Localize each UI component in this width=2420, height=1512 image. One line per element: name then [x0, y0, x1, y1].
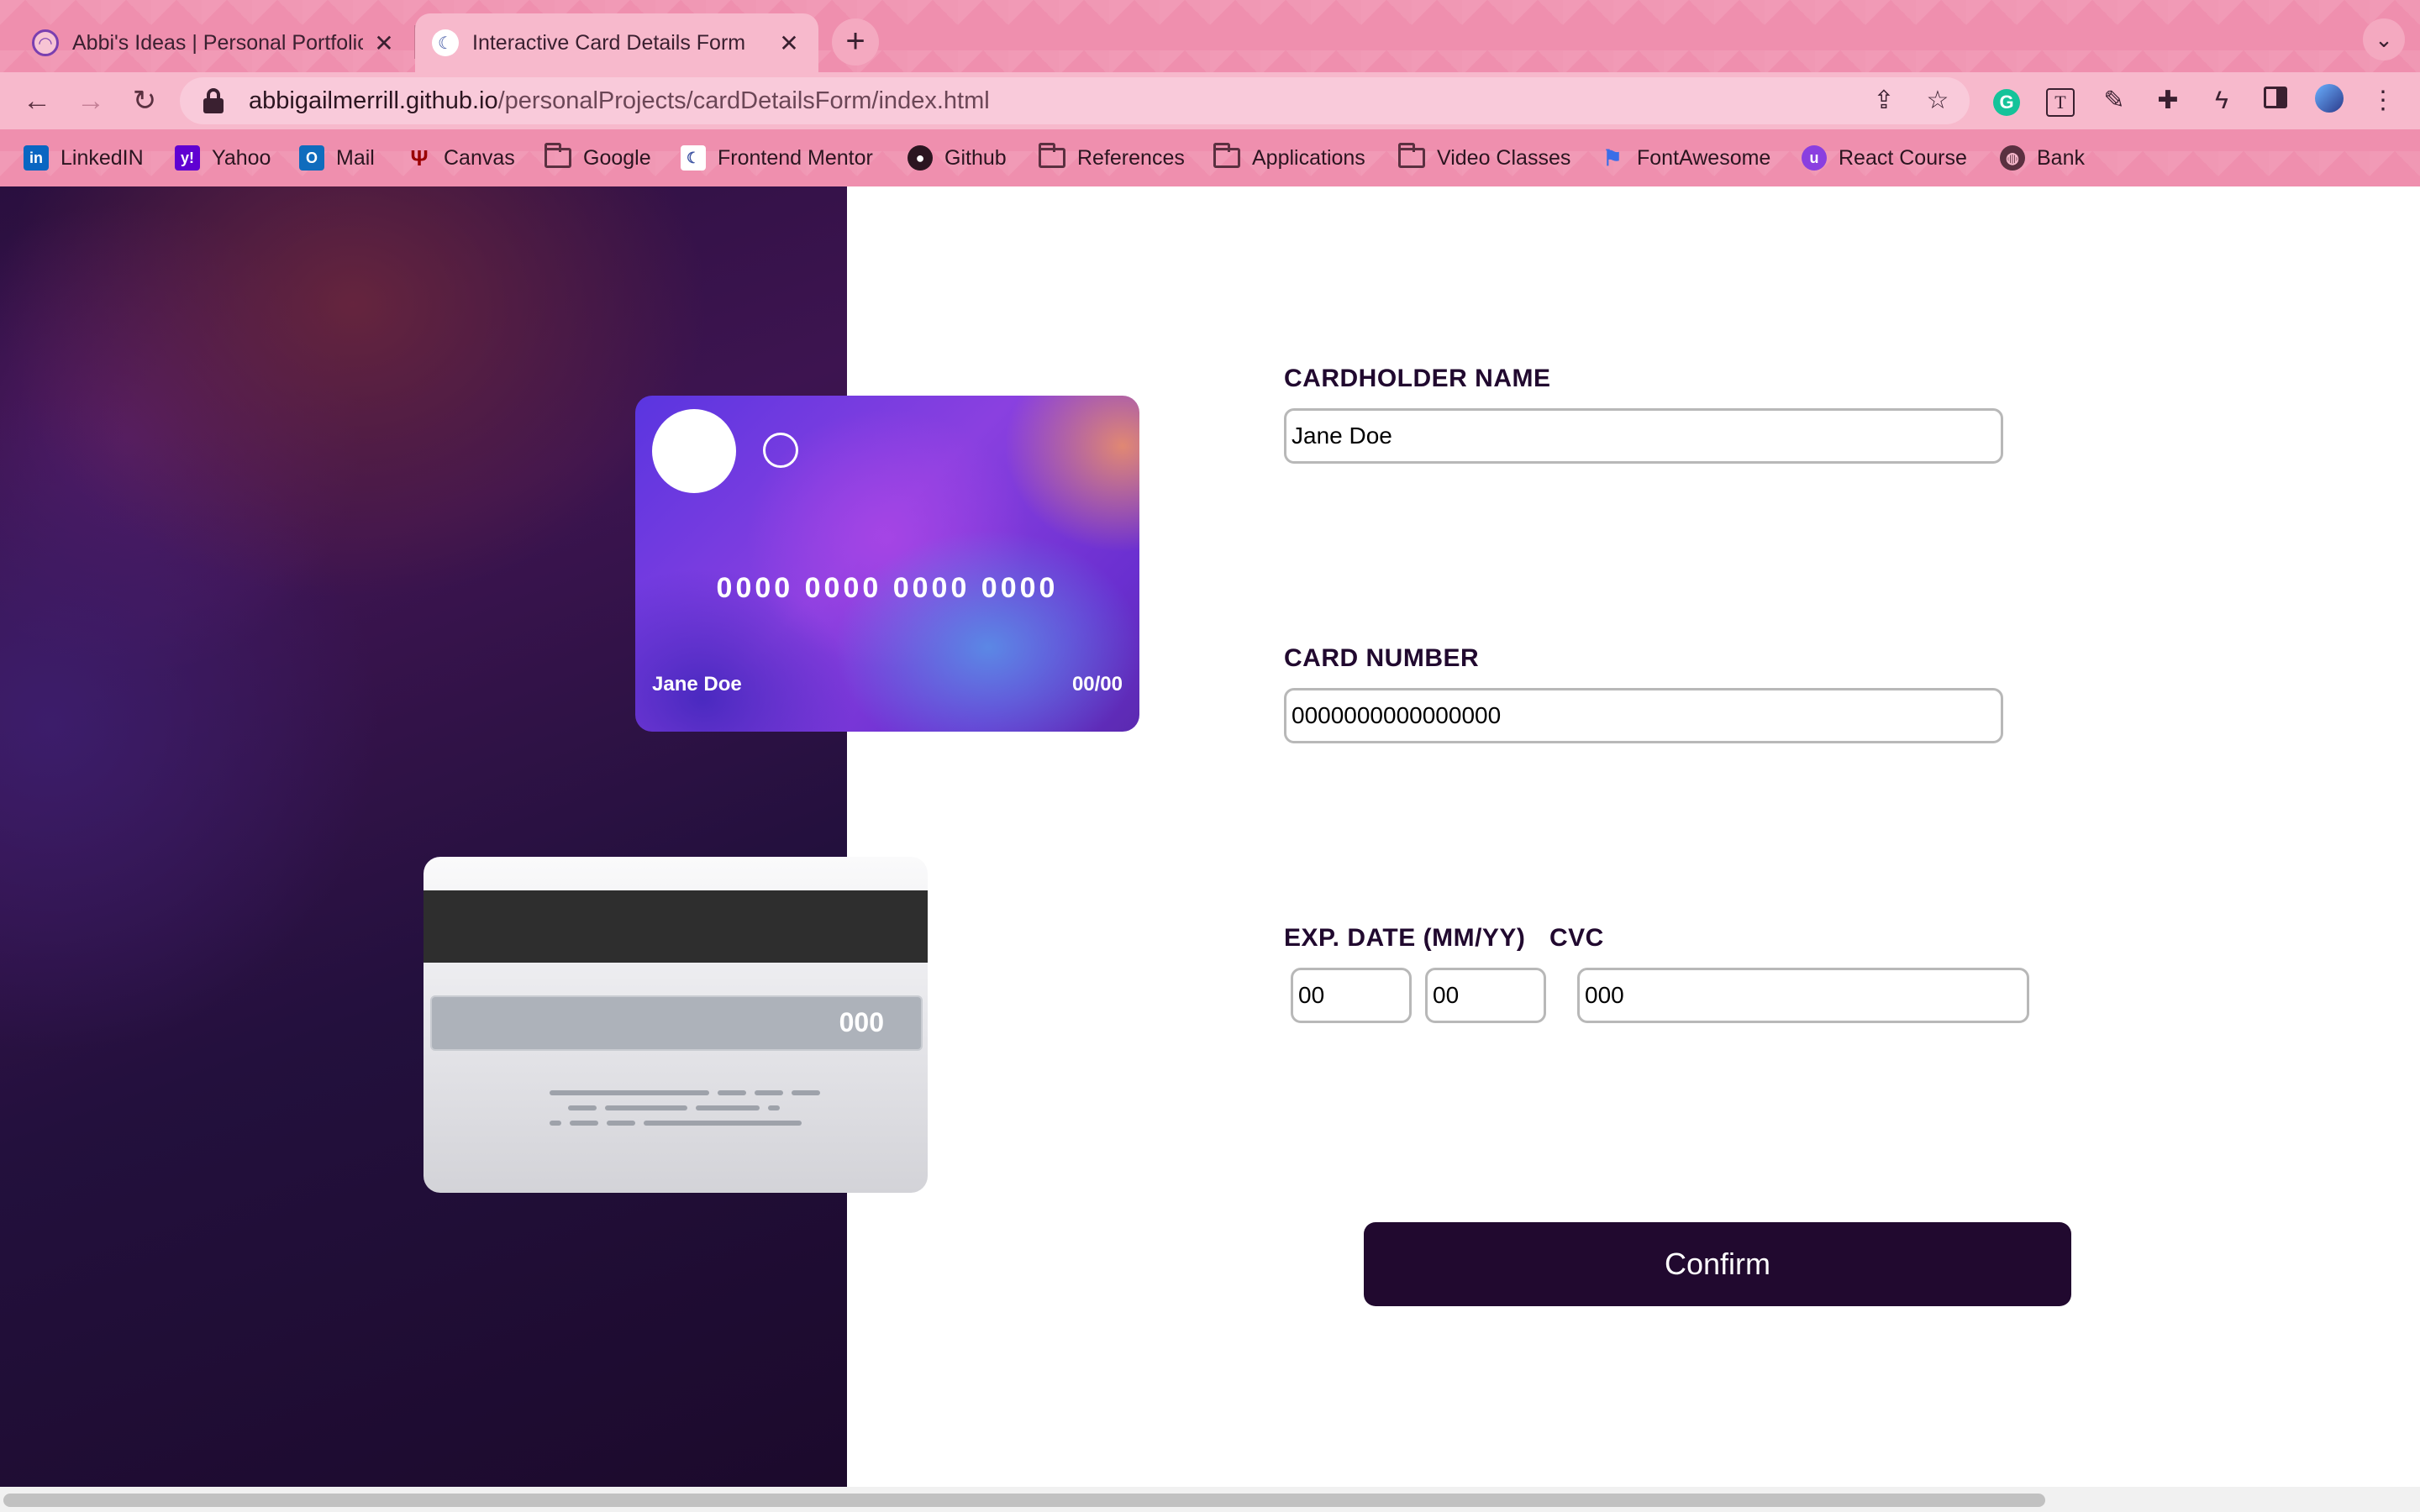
card-logo-circle-large — [652, 409, 736, 493]
bookmark-label: Bank — [2037, 145, 2085, 170]
card-front-expiry: 00/00 — [1071, 673, 1123, 696]
extensions-puzzle-icon[interactable]: ✚ — [2151, 84, 2185, 118]
card-number-input[interactable] — [1284, 688, 2003, 743]
bookmark-label: References — [1077, 145, 1185, 170]
text-extension-icon[interactable]: T — [2044, 84, 2077, 118]
bookmark-label: Applications — [1252, 145, 1365, 170]
linkedin-icon: in — [24, 145, 49, 171]
grammarly-icon[interactable]: G — [1990, 84, 2023, 118]
bookmark-star-icon[interactable]: ☆ — [1921, 84, 1954, 118]
bookmark-github[interactable]: ● Github — [908, 141, 1007, 175]
profile-avatar[interactable] — [2312, 84, 2346, 118]
tab-portfolio[interactable]: ◠ Abbi's Ideas | Personal Portfolio ✕ — [15, 13, 413, 72]
close-icon[interactable]: ✕ — [776, 29, 802, 57]
exp-date-label: EXP. DATE (MM/YY) — [1284, 924, 1526, 952]
bookmark-label: Github — [944, 145, 1007, 170]
color-picker-icon[interactable]: ✎ — [2097, 84, 2131, 118]
bookmark-canvas[interactable]: Ψ Canvas — [407, 141, 515, 175]
bookmark-references[interactable]: References — [1039, 141, 1185, 175]
bookmark-bank[interactable]: ◍ Bank — [2000, 141, 2085, 175]
bookmark-label: Mail — [336, 145, 375, 170]
exp-year-input[interactable] — [1425, 968, 1546, 1023]
address-bar[interactable]: abbigailmerrill.github.io/personalProjec… — [180, 77, 1970, 124]
bookmark-label: Google — [583, 145, 651, 170]
bookmark-yahoo[interactable]: y! Yahoo — [175, 141, 271, 175]
bookmarks-bar: in LinkedIN y! Yahoo O Mail Ψ Canvas Goo… — [0, 129, 2420, 186]
cardholder-name-label: CARDHOLDER NAME — [1284, 365, 1551, 392]
github-icon: ● — [908, 145, 933, 171]
browser-chrome: ◠ Abbi's Ideas | Personal Portfolio ✕ ☾ … — [0, 0, 2420, 186]
share-icon[interactable]: ⇪ — [1867, 84, 1901, 118]
url-path: /personalProjects/cardDetailsForm/index.… — [497, 87, 990, 114]
lock-icon[interactable] — [203, 88, 224, 113]
folder-icon — [1039, 143, 1065, 168]
card-logo-circle-small — [763, 433, 798, 468]
react-course-icon: u — [1802, 145, 1827, 171]
folder-icon — [1398, 143, 1425, 168]
bookmark-label: FontAwesome — [1637, 145, 1771, 170]
globe-icon: ◍ — [2000, 145, 2025, 171]
bookmark-google[interactable]: Google — [544, 141, 651, 175]
outlook-icon: O — [299, 145, 324, 171]
side-panel-icon[interactable] — [2259, 84, 2292, 118]
new-tab-button[interactable]: + — [832, 18, 879, 66]
bookmark-react-course[interactable]: u React Course — [1802, 141, 1967, 175]
bookmark-linkedin[interactable]: in LinkedIN — [24, 141, 144, 175]
card-back-preview: 000 — [424, 857, 928, 1193]
cvc-input[interactable] — [1577, 968, 2029, 1023]
card-number-label: CARD NUMBER — [1284, 644, 1480, 672]
back-icon[interactable]: ← — [15, 79, 59, 123]
bookmark-label: Frontend Mentor — [718, 145, 873, 170]
bookmark-mail[interactable]: O Mail — [299, 141, 375, 175]
url-host: abbigailmerrill.github.io — [249, 87, 498, 114]
signature-strip: 000 — [430, 995, 923, 1051]
fontawesome-icon: ⚑ — [1602, 144, 1623, 171]
bookmark-label: React Course — [1839, 145, 1967, 170]
forward-icon[interactable]: → — [69, 79, 113, 123]
tab-strip: ◠ Abbi's Ideas | Personal Portfolio ✕ ☾ … — [0, 0, 2420, 72]
cardholder-name-input[interactable] — [1284, 408, 2003, 464]
bookmark-applications[interactable]: Applications — [1213, 141, 1365, 175]
card-back-cvc: 000 — [839, 1007, 884, 1037]
horizontal-scrollbar[interactable] — [0, 1487, 2420, 1512]
card-front-number: 0000 0000 0000 0000 — [716, 572, 1059, 604]
scrollbar-thumb[interactable] — [3, 1494, 2045, 1507]
bookmark-label: LinkedIN — [60, 145, 144, 170]
tab-card-form[interactable]: ☾ Interactive Card Details Form ✕ — [415, 13, 818, 72]
exp-month-input[interactable] — [1291, 968, 1412, 1023]
close-icon[interactable]: ✕ — [371, 29, 397, 57]
tab-title: Interactive Card Details Form — [472, 30, 746, 55]
decorative-background-panel — [0, 186, 847, 1487]
abbi-logo-icon: ◠ — [32, 29, 59, 56]
reload-icon[interactable]: ↻ — [123, 79, 166, 123]
bookmark-label: Canvas — [444, 145, 515, 170]
yahoo-icon: y! — [175, 145, 200, 171]
bookmark-label: Yahoo — [212, 145, 271, 170]
bookmark-label: Video Classes — [1437, 145, 1571, 170]
menu-kebab-icon[interactable]: ⋮ — [2366, 84, 2400, 118]
bookmark-video-classes[interactable]: Video Classes — [1398, 141, 1570, 175]
frontend-mentor-icon: ☾ — [432, 29, 459, 56]
tab-title: Abbi's Ideas | Personal Portfolio — [72, 30, 363, 55]
card-front-name: Jane Doe — [652, 673, 742, 696]
magnetic-stripe — [424, 890, 928, 963]
frontend-mentor-icon: ☾ — [681, 145, 706, 171]
confirm-button[interactable]: Confirm — [1364, 1222, 2071, 1306]
toolbar: ← → ↻ abbigailmerrill.github.io/personal… — [0, 72, 2420, 129]
page-content: 000 0000 0000 0000 0000 Jane Doe 00/00 C… — [0, 186, 2420, 1487]
tab-search-button[interactable]: ⌄ — [2363, 18, 2405, 60]
cvc-label: CVC — [1549, 924, 1604, 952]
bolt-extension-icon[interactable]: ϟ — [2205, 84, 2238, 118]
card-front-preview: 0000 0000 0000 0000 Jane Doe 00/00 — [635, 396, 1139, 732]
folder-icon — [544, 143, 571, 168]
folder-icon — [1213, 143, 1240, 168]
url-text[interactable]: abbigailmerrill.github.io/personalProjec… — [249, 87, 990, 115]
iu-icon: Ψ — [410, 144, 429, 171]
bookmark-frontend-mentor[interactable]: ☾ Frontend Mentor — [681, 141, 873, 175]
bookmark-fontawesome[interactable]: ⚑ FontAwesome — [1600, 141, 1770, 175]
